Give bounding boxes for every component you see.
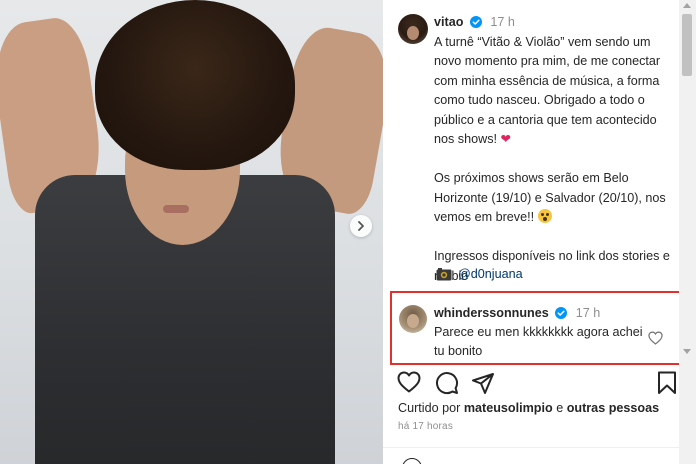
likes-summary: Curtido por mateusolimpio e outras pesso… [398,401,659,415]
post-action-bar [397,371,679,395]
post-photo [0,0,383,464]
post-caption: vitao 17 h A turnê “Vitão & Violão” vem … [434,13,670,286]
likes-prefix: Curtido por [398,401,461,415]
likes-others-link[interactable]: outras pessoas [567,401,659,415]
comment-text: Parece eu men kkkkkkkk agora achei tu bo… [434,325,643,358]
red-heart-emoji-icon: ❤ [500,132,512,146]
divider [383,447,679,448]
scrollbar-thumb[interactable] [682,14,692,76]
commenter-username[interactable]: whinderssonnunes [434,306,549,320]
commenter-avatar[interactable] [399,305,427,333]
verified-badge-icon [469,16,482,28]
caption-paragraph-1: A turnê “Vitão & Violão” vem sendo um no… [434,34,661,147]
verified-badge-icon [555,307,568,319]
share-icon[interactable] [471,371,495,395]
post-timestamp: há 17 horas [398,421,454,432]
photo-hair [95,0,295,170]
comment-time: 17 h [575,306,601,320]
chevron-right-icon [358,221,364,231]
photo-credit: @d0njuana [436,265,523,283]
post-time: 17 h [490,15,515,29]
astonished-emoji-icon [537,209,552,223]
comment: whinderssonnunes 17 h Parece eu men kkkk… [434,304,644,361]
heart-icon[interactable] [397,371,421,393]
author-avatar[interactable] [398,14,428,44]
bookmark-icon[interactable] [657,371,677,395]
next-photo-button[interactable] [350,215,372,237]
camera-icon [436,267,452,280]
comment-icon[interactable] [435,371,459,395]
scroll-down-arrow-icon[interactable] [683,349,691,354]
likes-user-link[interactable]: mateusolimpio [464,401,553,415]
likes-connector: e [556,401,564,415]
author-username[interactable]: vitao [434,15,463,29]
photo-mouth [163,205,189,213]
credit-handle-link[interactable]: @d0njuana [458,265,523,283]
scroll-up-arrow-icon[interactable] [683,3,691,8]
comment-like-heart-icon[interactable] [648,331,663,345]
